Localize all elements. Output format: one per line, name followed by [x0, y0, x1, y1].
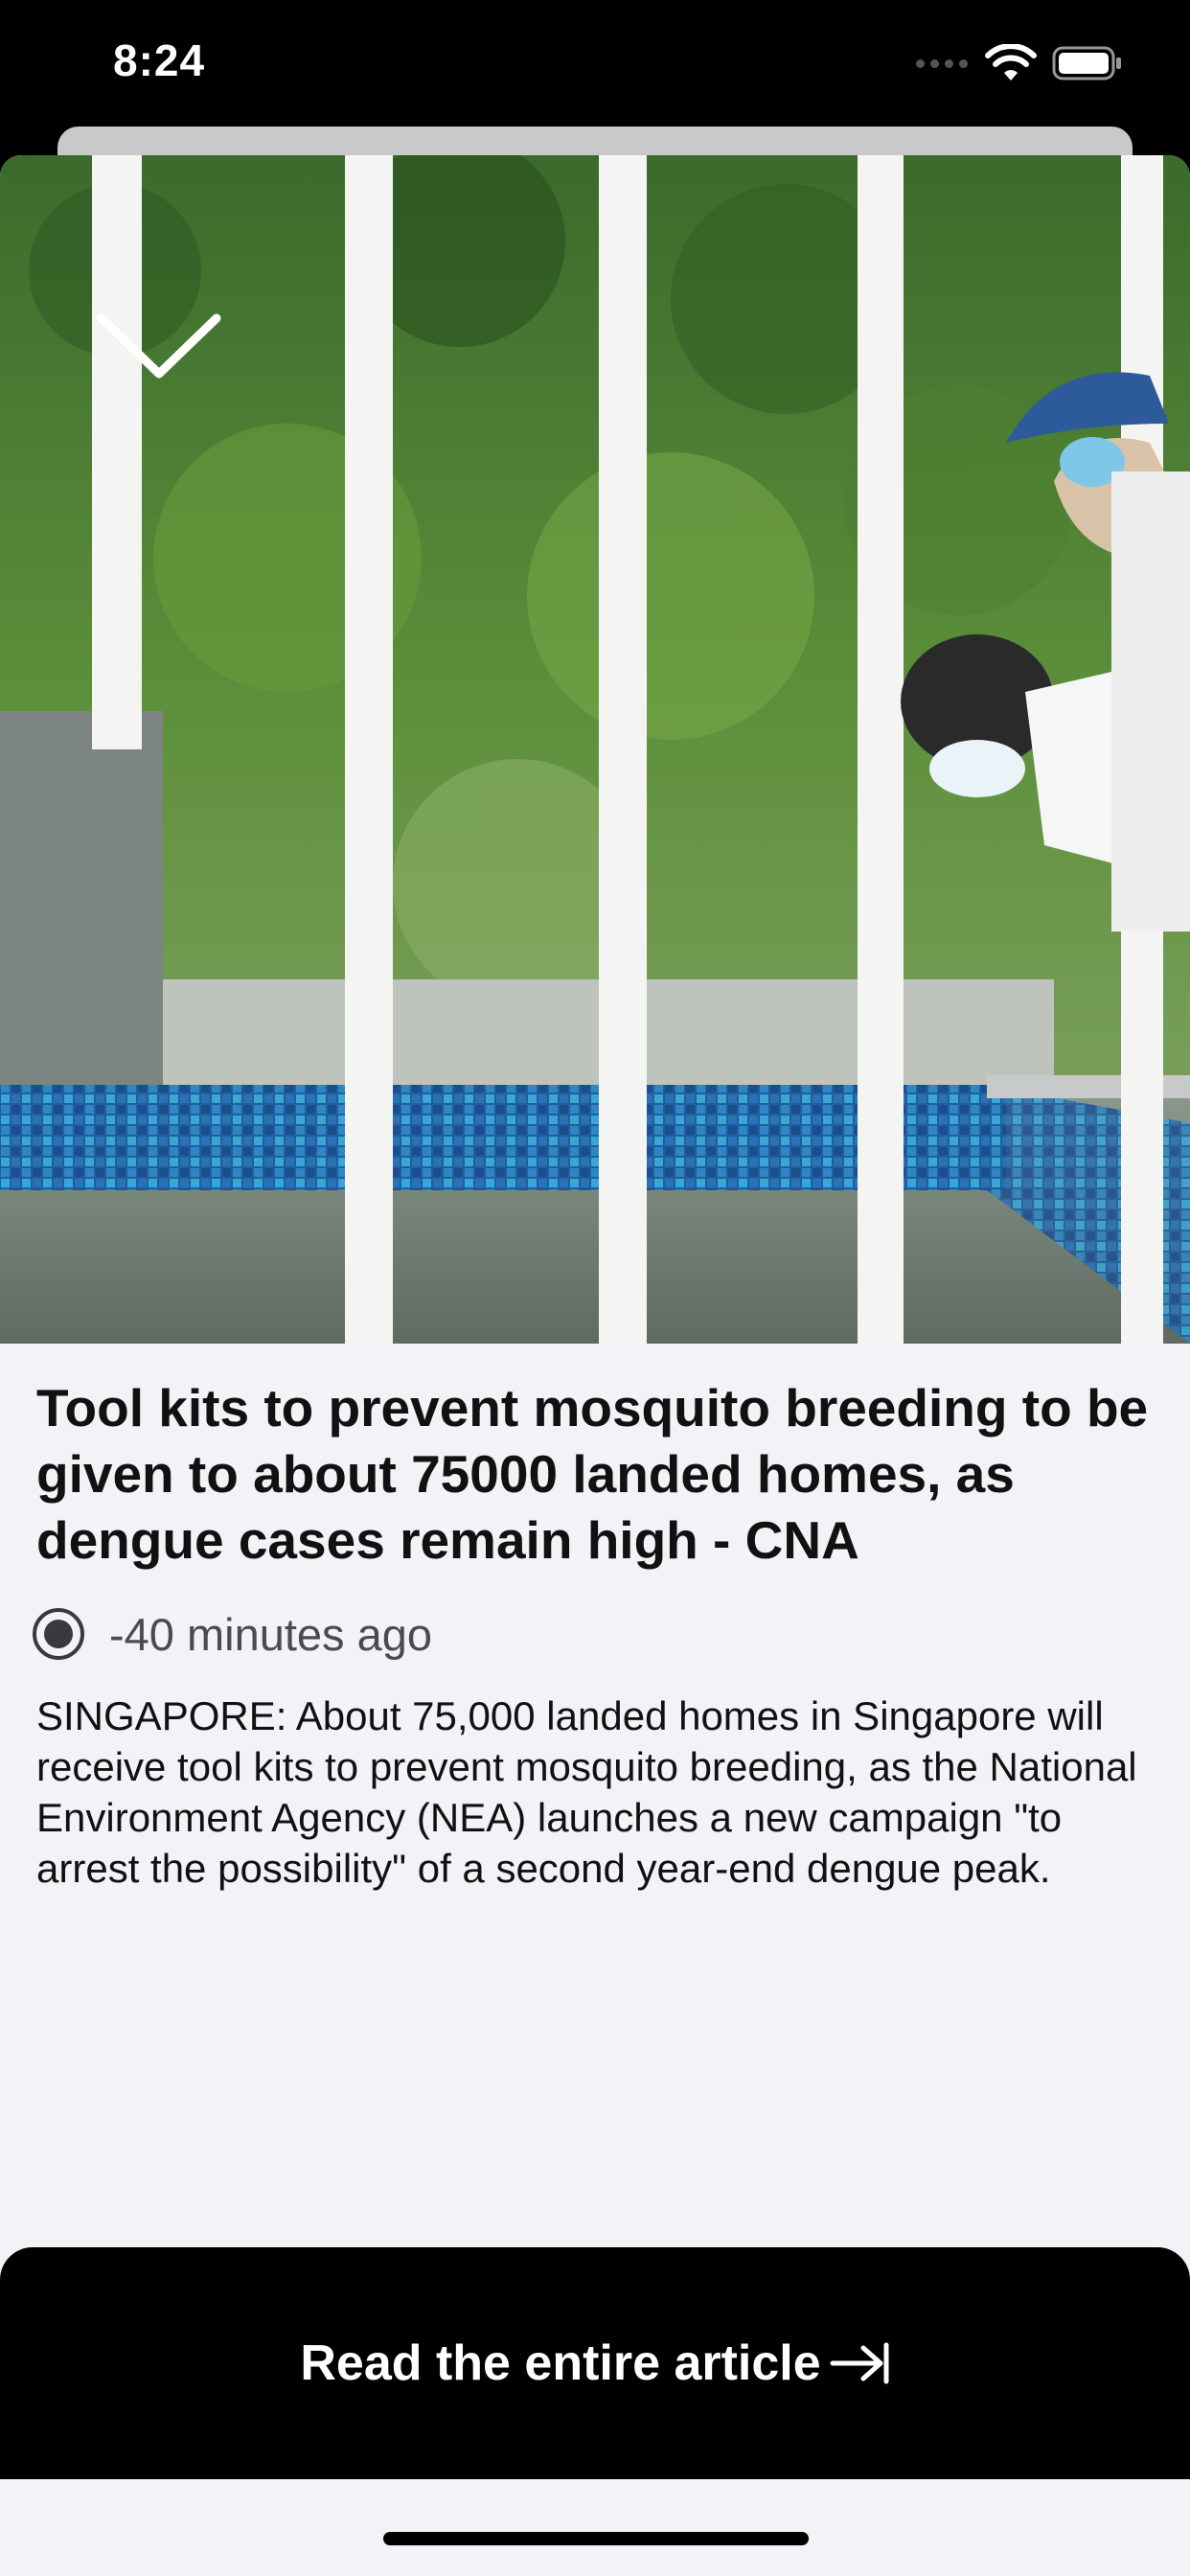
- article-headline: Tool kits to prevent mosquito breeding t…: [36, 1378, 1149, 1570]
- article-time-ago: -40 minutes ago: [109, 1608, 433, 1660]
- article-meta: -40 minutes ago: [33, 1605, 432, 1663]
- status-bar: 8:24: [0, 0, 1190, 126]
- arrow-to-right-icon: [830, 2342, 889, 2384]
- radio-dot-icon: [33, 1608, 84, 1660]
- wifi-icon: [985, 44, 1037, 80]
- article-card: Tool kits to prevent mosquito breeding t…: [0, 155, 1190, 2576]
- read-entire-article-button[interactable]: Read the entire article: [0, 2247, 1190, 2479]
- cellular-signal-icon: [916, 59, 968, 68]
- battery-icon: [1052, 46, 1121, 80]
- status-time: 8:24: [113, 35, 206, 85]
- home-indicator: [383, 2532, 809, 2545]
- read-entire-article-label: Read the entire article: [300, 2335, 821, 2391]
- article-summary: SINGAPORE: About 75,000 landed homes in …: [36, 1693, 1137, 1891]
- chevron-down-icon[interactable]: [92, 299, 226, 395]
